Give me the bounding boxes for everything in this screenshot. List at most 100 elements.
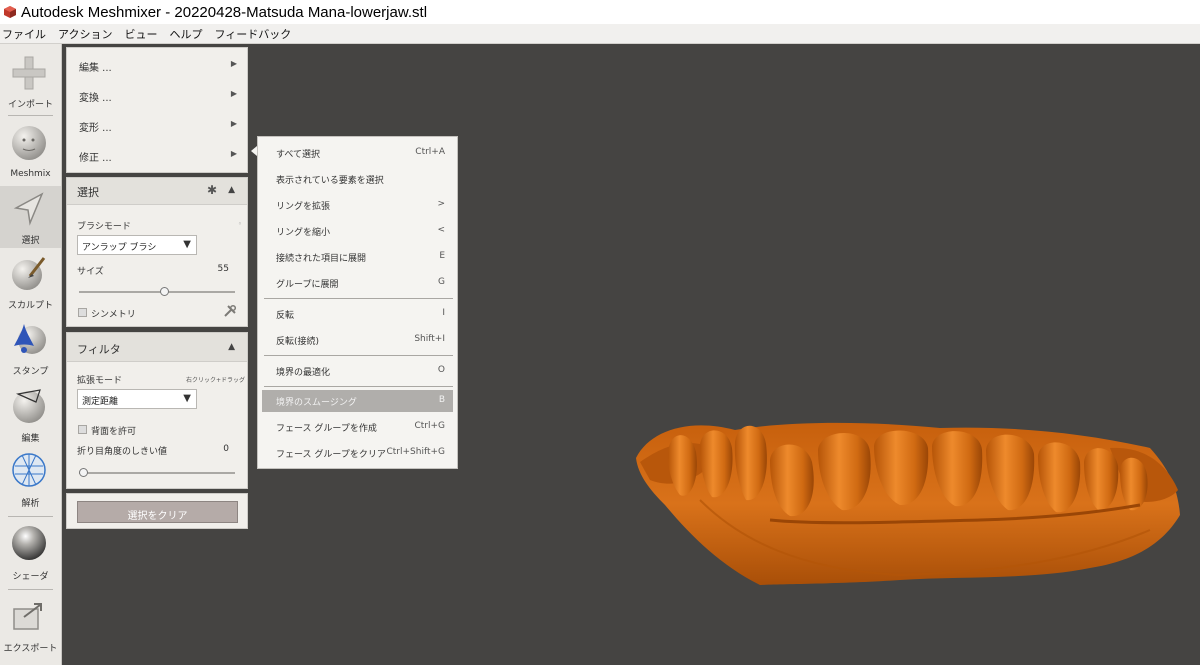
clear-selection-label: 選択をクリア [127, 511, 188, 522]
menu-item-select-all[interactable]: すべて選択 Ctrl+A [262, 142, 453, 164]
filter-panel: フィルタ ▲ 拡張モード 右クリック+ドラッグ 測定距離 ▼ 背面を許可 折り目… [66, 332, 248, 489]
size-slider-knob[interactable] [159, 287, 169, 296]
menu-item-smooth-boundary[interactable]: 境界のスムージング B [262, 390, 453, 412]
backface-checkbox[interactable] [78, 425, 87, 434]
menu-item-create-face-group[interactable]: フェース グループを作成 Ctrl+G [262, 416, 453, 438]
analysis-mesh-icon [12, 453, 46, 487]
filter-panel-title: フィルタ [77, 343, 121, 356]
menu-divider [264, 355, 453, 356]
shortcut-label: I [442, 308, 445, 318]
action-menu-deform[interactable]: 変形 ... ▶ [67, 110, 249, 140]
tool-import-label: インポート [7, 100, 53, 110]
brush-sphere-icon [12, 257, 46, 290]
backface-label: 背面を許可 [91, 427, 137, 437]
tool-select[interactable]: 選択 [0, 186, 61, 248]
size-value: 55 [217, 264, 229, 274]
action-menu-edit[interactable]: 編集 ... ▶ [67, 50, 249, 80]
size-slider-track[interactable] [79, 291, 235, 293]
gear-icon[interactable]: ✱ [207, 183, 217, 197]
brush-mode-dropdown[interactable]: アンラップ ブラシ ▼ [77, 235, 197, 255]
menu-item-label: 反転 [276, 311, 295, 321]
expand-mode-value: 測定距離 [82, 397, 119, 407]
wrench-icon[interactable] [223, 304, 237, 318]
tool-sidebar: インポート Meshmix 選択 スカルプト スタンプ 編集 解析 シェーダ エ… [0, 44, 62, 665]
select-panel-header[interactable]: 選択 ✱ ▲ [67, 178, 247, 205]
menu-divider [264, 298, 453, 299]
action-menu-panel: 編集 ... ▶ 変換 ... ▶ 変形 ... ▶ 修正 ... ▶ [66, 47, 248, 173]
menu-item-optimize-boundary[interactable]: 境界の最適化 O [262, 360, 453, 382]
size-label: サイズ [77, 267, 104, 277]
action-menu-modify[interactable]: 修正 ... ▶ [67, 140, 249, 170]
edit-sphere-icon [13, 389, 45, 423]
action-menu-modify-label: 修正 ... [79, 153, 112, 164]
menu-item-expand-ring[interactable]: リングを拡張 > [262, 194, 453, 216]
action-menu-transform[interactable]: 変換 ... ▶ [67, 80, 249, 110]
submenu-arrow-icon: ▶ [230, 89, 237, 98]
crease-threshold-label: 折り目角度のしきい値 [77, 447, 168, 457]
action-menu-edit-label: 編集 ... [79, 63, 112, 74]
tool-meshmix-label: Meshmix [10, 169, 51, 179]
expand-mode-label: 拡張モード [77, 376, 123, 386]
menu-item-label: 接続された項目に展開 [276, 254, 367, 264]
tool-sculpt-label: スカルプト [7, 301, 53, 311]
tool-export[interactable]: エクスポート [0, 597, 61, 659]
brush-mode-value: アンラップ ブラシ [82, 243, 157, 253]
tool-sculpt[interactable]: スカルプト [0, 254, 61, 316]
menu-item-contract-ring[interactable]: リングを縮小 < [262, 220, 453, 242]
menu-item-expand-group[interactable]: グループに展開 G [262, 272, 453, 294]
menu-item-clear-face-group[interactable]: フェース グループをクリア Ctrl+Shift+G [262, 442, 453, 464]
menu-item-label: すべて選択 [276, 150, 321, 160]
shortcut-label: Ctrl+Shift+G [386, 447, 445, 457]
filter-panel-header[interactable]: フィルタ ▲ [67, 333, 247, 362]
menu-item-expand-connected[interactable]: 接続された項目に展開 E [262, 246, 453, 268]
face-sphere-icon [12, 126, 46, 160]
tool-edit-label: 編集 [21, 434, 40, 444]
menu-item-label: 反転(接続) [276, 337, 320, 347]
crease-threshold-value: 0 [223, 444, 229, 454]
expand-mode-hint: 右クリック+ドラッグ [185, 377, 245, 384]
menu-item-invert-connected[interactable]: 反転(接続) Shift+I [262, 329, 453, 351]
shortcut-label: Ctrl+A [415, 147, 445, 157]
select-panel: 選択 ✱ ▲ ブラシモード ◦ アンラップ ブラシ ▼ サイズ 55 シンメトリ [66, 177, 248, 327]
menu-item-label: フェース グループを作成 [276, 424, 377, 434]
expand-mode-dropdown[interactable]: 測定距離 ▼ [77, 389, 197, 409]
menu-item-label: 表示されている要素を選択 [276, 176, 384, 186]
tool-analysis[interactable]: 解析 [0, 451, 61, 513]
collapse-triangle-icon[interactable]: ▲ [228, 185, 235, 195]
tool-analysis-label: 解析 [21, 499, 40, 509]
crease-slider-knob[interactable] [79, 468, 88, 477]
menu-item-label: フェース グループをクリア [276, 450, 386, 460]
tool-edit[interactable]: 編集 [0, 386, 61, 448]
brush-mode-label: ブラシモード [77, 222, 131, 232]
action-menu-transform-label: 変換 ... [79, 93, 112, 104]
submenu-arrow-icon: ▶ [230, 119, 237, 128]
select-panel-title: 選択 [77, 186, 99, 199]
shortcut-label: Shift+I [414, 334, 445, 344]
menu-item-invert[interactable]: 反転 I [262, 303, 453, 325]
tool-meshmix[interactable]: Meshmix [0, 124, 61, 184]
menu-divider [264, 386, 453, 387]
lower-jaw-model[interactable] [636, 422, 1180, 585]
tool-shader[interactable]: シェーダ [0, 524, 61, 586]
crease-slider-track[interactable] [79, 472, 235, 474]
toolbar-divider [8, 516, 53, 517]
submenu-arrow-icon: ▶ [230, 59, 237, 68]
brush-mode-hint-icon: ◦ [237, 220, 242, 228]
dropdown-arrow-icon: ▼ [183, 239, 191, 250]
clear-selection-button[interactable]: 選択をクリア [77, 501, 238, 523]
arrow-cursor-icon [13, 192, 44, 226]
menu-item-select-visible[interactable]: 表示されている要素を選択 [262, 168, 453, 190]
shader-sphere-icon [12, 526, 46, 560]
plus-icon [12, 56, 46, 90]
tool-import[interactable]: インポート [0, 54, 61, 114]
tool-select-label: 選択 [21, 236, 40, 246]
stamp-sphere-icon [14, 324, 46, 354]
symmetry-checkbox[interactable] [78, 308, 87, 317]
shortcut-label: < [437, 225, 445, 235]
shortcut-label: G [438, 277, 445, 287]
collapse-triangle-icon[interactable]: ▲ [228, 342, 235, 352]
menu-item-label: グループに展開 [276, 280, 339, 290]
tool-stamp[interactable]: スタンプ [0, 320, 61, 382]
toolbar-divider [8, 589, 53, 590]
menu-item-label: 境界のスムージング [276, 398, 357, 408]
